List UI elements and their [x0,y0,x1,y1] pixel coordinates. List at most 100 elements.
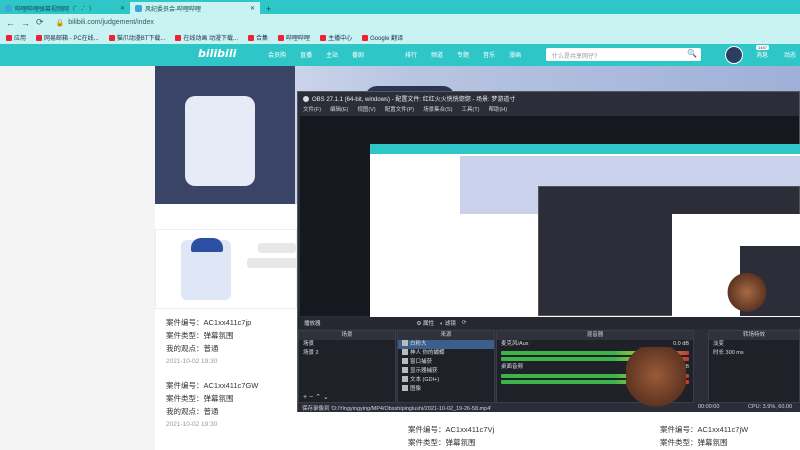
filter-icon: ◐ [440,321,444,327]
filters-button[interactable]: ◐ 滤镜 [440,319,456,327]
nav-link[interactable]: 直播 [300,50,312,59]
apps-icon [6,34,12,41]
close-icon[interactable]: ✕ [250,5,255,12]
folder-icon [248,34,255,41]
menu-item[interactable]: 视图(V) [357,105,375,114]
nav-link[interactable]: 主站 [326,50,338,59]
refresh-icon[interactable]: ⟳ [462,320,467,326]
properties-button[interactable]: ⚙ 属性 [417,319,434,327]
move-down-icon[interactable]: ⌄ [323,394,329,401]
google-icon [362,34,369,41]
browser-tab-2[interactable]: 风纪委员会-哔哩哔哩 ✕ [130,2,260,14]
cpu-usage: CPU: 3.9%, 60.00 [748,404,793,410]
bookmark-item[interactable]: 合集 [248,33,268,42]
bookmark-item[interactable]: 猫爪动漫BT下载... [108,33,165,42]
scenes-panel: 场景 场景 场景 2 + − ⌃ ⌄ [298,330,396,403]
menu-item[interactable]: 文件(F) [303,105,321,114]
close-icon[interactable]: ✕ [120,5,125,12]
nav-link[interactable]: 专题 [457,50,469,59]
source-item[interactable]: 图像 [398,385,494,394]
add-icon[interactable]: + [303,394,307,401]
bilibili-logo[interactable]: bilibili [198,47,236,60]
bookmark-item[interactable]: 在线动画 动漫下载... [175,33,238,42]
menu-item[interactable]: 帮助(H) [488,105,507,114]
forward-icon[interactable]: → [21,18,30,28]
source-item[interactable]: 窗口捕获 [398,358,494,367]
banner-robot-art [185,96,255,186]
scene-item[interactable]: 场景 [299,340,395,349]
record-timer: 00:00:00 [698,404,720,410]
site-nav: 会员购 直播 主站 番剧 [268,50,364,59]
desktop-figurine [626,347,686,417]
case-opinion: 普通 [203,407,219,416]
nav-link[interactable]: 番剧 [352,50,364,59]
new-tab-button[interactable]: + [260,4,277,14]
case-id: AC1xx411c7jp [203,318,252,327]
menu-item[interactable]: 编辑(E) [330,105,348,114]
move-up-icon[interactable]: ⌃ [315,394,321,401]
avatar[interactable] [725,46,743,64]
source-item[interactable]: 神人 你的蝴蝶 [398,349,494,358]
case-info: 案件编号：AC1xx411c7jW 案件类型：弹幕氛围 [660,425,749,447]
remove-icon[interactable]: − [309,394,313,401]
reload-icon[interactable]: ⟳ [36,17,44,28]
search-icon[interactable]: 🔍 [687,49,697,58]
obs-menu-bar: 文件(F) 编辑(E) 视图(V) 配置文件(P) 场景集合(S) 工具(T) … [298,104,799,115]
obs-title-bar[interactable]: OBS 27.1.1 (64-bit, windows) - 配置文件: 红红火… [298,92,799,104]
bookmark-item[interactable]: 哔哩哔哩 [278,33,310,42]
back-icon[interactable]: ← [6,18,15,28]
menu-item[interactable]: 配置文件(P) [385,105,414,114]
source-item[interactable]: 白粉大 [398,340,494,349]
bookmark-item[interactable]: 网易邮箱 - PC在线... [36,33,99,42]
obs-logo-icon [303,96,309,102]
browser-tab-1[interactable]: 哔哩哔哩弹幕视频网（゜-゜） ✕ [0,2,130,14]
case-id: AC1xx411c7Vj [445,425,495,434]
sources-panel: 来源 白粉大 神人 你的蝴蝶 窗口捕获 显示器捕获 文本 (GDI+) 图像 [397,330,495,403]
bookmark-icon [108,34,115,41]
desktop-figurine [727,272,767,317]
case-info: 案件编号：AC1xx411c7Vj 案件类型：弹幕氛围 [408,425,495,447]
nav-link[interactable]: 排行 [405,50,417,59]
nav-link[interactable]: 会员购 [268,50,286,59]
bookmark-icon [175,34,182,41]
player-label: 播放器 [304,321,321,327]
site-nav-secondary: 排行 频道 专题 音乐 漫画 [405,50,521,59]
menu-item[interactable]: 场景集合(S) [423,105,452,114]
bookmark-item[interactable]: 主播中心 [320,33,352,42]
bookmark-icon [36,34,43,41]
bookmark-item[interactable]: 应用 [6,33,26,42]
lock-icon: 🔒 [55,19,65,27]
site-header: bilibili 会员购 直播 主站 番剧 排行 频道 专题 音乐 漫画 什么是… [0,44,800,66]
nav-link[interactable]: 频道 [431,50,443,59]
url-field[interactable]: 🔒 bilibili.com/judgement/index [50,16,160,29]
bookmarks-bar: 应用 网易邮箱 - PC在线... 猫爪动漫BT下载... 在线动画 动漫下载.… [0,31,800,44]
case-info: 案件编号：AC1xx411c7jp 案件类型：弹幕氛围 我的观点：普通 2021… [166,316,251,368]
gear-icon: ⚙ [416,321,422,327]
case-opinion: 普通 [203,344,219,353]
nav-link[interactable]: 漫画 [509,50,521,59]
nav-link[interactable]: 音乐 [483,50,495,59]
case-type: 弹幕氛围 [203,394,234,403]
obs-window[interactable]: OBS 27.1.1 (64-bit, windows) - 配置文件: 红红火… [297,91,800,412]
placeholder-bar [258,243,296,253]
messages-link[interactable]: 消息 [756,50,768,59]
case-card[interactable] [155,229,297,309]
panel-controls: + − ⌃ ⌄ [299,392,395,402]
source-item[interactable]: 文本 (GDI+) [398,376,494,385]
source-item[interactable]: 显示器捕获 [398,367,494,376]
scene-item[interactable]: 场景 2 [299,349,395,358]
obs-status-bar: 保存录像到 'D:/Yingyingying/MP4/Obsshipinglus… [298,403,800,412]
transition-select[interactable]: 淡变 [709,340,799,349]
bookmark-item[interactable]: Google 翻译 [362,33,403,42]
obs-preview[interactable] [300,116,800,322]
search-input[interactable]: 什么是共享网仔? 🔍 [546,48,701,61]
case-id: AC1xx411c7GW [203,381,259,390]
activity-link[interactable]: 动态 [784,50,796,59]
duration-field[interactable]: 时长 300 ms [709,349,799,358]
search-placeholder: 什么是共享网仔? [552,54,598,60]
text-icon [402,376,408,382]
menu-item[interactable]: 工具(T) [461,105,479,114]
case-illustration [181,238,231,300]
bilibili-favicon-icon [5,4,12,12]
case-info: 案件编号：AC1xx411c7GW 案件类型：弹幕氛围 我的观点：普通 2021… [166,379,258,431]
